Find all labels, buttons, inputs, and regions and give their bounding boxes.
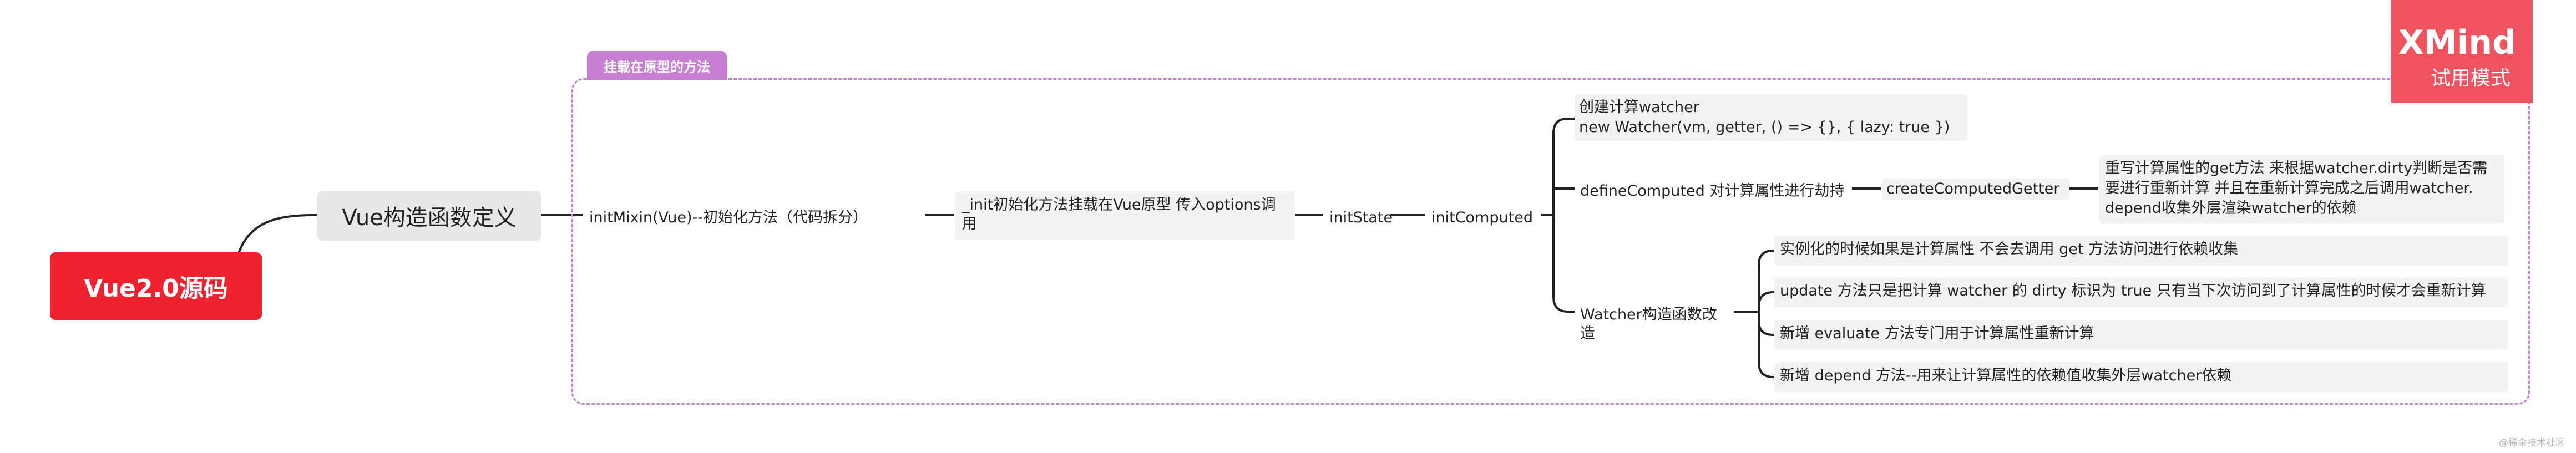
trial-mode-text: 试用模式	[2430, 67, 2511, 90]
topic-init-mixin[interactable]: initMixin(Vue)--初始化方法（代码拆分）	[584, 205, 917, 231]
topic-mod-item-4[interactable]: 新增 depend 方法--用来让计算属性的依赖值收集外层watcher依赖	[1774, 362, 2508, 392]
topic-init-state[interactable]: initState	[1324, 205, 1393, 231]
topic-init-computed[interactable]: initComputed	[1426, 205, 1543, 231]
topic-create-watcher[interactable]: 创建计算watcher new Watcher(vm, getter, () =…	[1575, 94, 1967, 141]
boundary-label: 挂载在原型的方法	[587, 51, 727, 80]
topic-mod-item-2[interactable]: update 方法只是把计算 watcher 的 dirty 标识为 true …	[1774, 277, 2508, 307]
topic-mod-item-1[interactable]: 实例化的时候如果是计算属性 不会去调用 get 方法访问进行依赖收集	[1774, 236, 2508, 266]
topic-define-computed[interactable]: defineComputed 对计算属性进行劫持	[1575, 179, 1858, 204]
topic-mod-item-3[interactable]: 新增 evaluate 方法专门用于计算属性重新计算	[1774, 320, 2508, 350]
main-topic[interactable]: Vue构造函数定义	[317, 191, 541, 241]
topic-init-proto[interactable]: _init初始化方法挂载在Vue原型 传入options调 用	[955, 191, 1295, 240]
credit-text: @稀金技术社区	[2499, 437, 2565, 449]
topic-watcher-mod[interactable]: Watcher构造函数改造	[1575, 302, 1735, 347]
trial-badge: XMind 试用模式	[2391, 0, 2533, 103]
xmind-logo-text: XMind	[2398, 23, 2516, 62]
topic-create-getter[interactable]: createComputedGetter	[1882, 179, 2069, 200]
topic-getter-detail[interactable]: 重写计算属性的get方法 来根据watcher.dirty判断是否需 要进行重新…	[2099, 155, 2504, 224]
root-topic[interactable]: Vue2.0源码	[50, 252, 262, 320]
